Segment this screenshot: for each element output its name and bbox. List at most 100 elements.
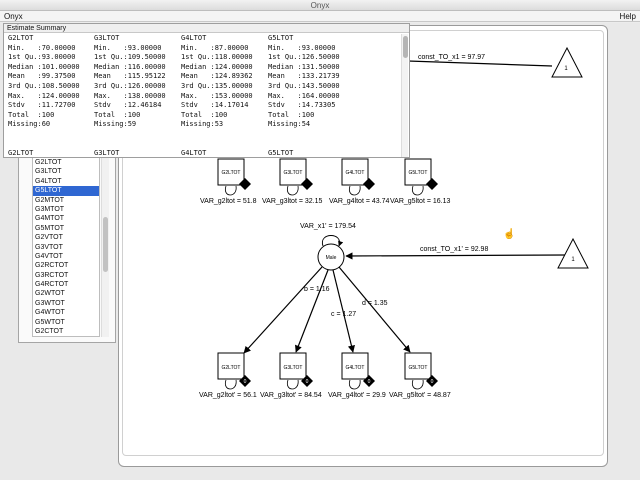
variable-list-item[interactable]: G4WTOT (33, 308, 99, 317)
estimate-summary-text[interactable]: G2LTOT Min. :70.00000 1st Qu.:93.00000 Medi… (6, 34, 401, 157)
obs-var-top-2: VAR_g3ltot = 32.15 (262, 198, 322, 205)
top-observed-row: G2LTOT G3LTOT G4LTOT G5LTOT VAR_g2ltot =… (200, 158, 450, 205)
variable-list-scrollbar[interactable] (101, 157, 109, 337)
variable-list-item[interactable]: G3RCTOT (33, 271, 99, 280)
loading-label-d: d = 1.35 (362, 300, 388, 307)
const2-label: const_TO_x1' = 92.98 (420, 246, 488, 253)
variable-list-item[interactable]: G2RCTOT (33, 261, 99, 270)
obs-label-top-1: G2LTOT (222, 170, 241, 176)
const2-path[interactable] (345, 252, 566, 260)
summary-stat-line: Median :101.00000 (8, 62, 80, 71)
var-loop-top-2[interactable] (286, 185, 299, 196)
top-const-path[interactable] (407, 60, 553, 67)
summary-column: G2LTOTMin. :72.000001st Qu.:83.00000 (8, 149, 75, 157)
obs-var-top-4: VAR_g5ltot = 16.13 (390, 198, 450, 205)
loading-arrow-2[interactable] (295, 269, 329, 353)
variable-list-item[interactable]: G5MTOT (33, 224, 99, 233)
obs-label-bottom-2: G3LTOT (284, 365, 303, 371)
latent-variance-label: VAR_x1' = 179.54 (300, 223, 356, 230)
var-loop-bottom-1[interactable] (224, 379, 237, 390)
badge-bottom-2-value: 0 (306, 379, 309, 385)
var-loop-top-3[interactable] (348, 185, 361, 196)
summary-stat-line: 1st Qu.:93.00000 (8, 53, 76, 62)
summary-stat-line: Total :100 (94, 110, 141, 119)
variable-list-item[interactable]: G3VTOT (33, 243, 99, 252)
summary-stat-line: 1st Qu.:126.50000 (268, 53, 340, 62)
variable-list-item[interactable]: G4MTOT (33, 214, 99, 223)
summary-stat-line: Mean :115.95122 (94, 72, 166, 81)
summary-column: G3LTOTMin. :70.000001st Qu.:100.00000 (94, 149, 166, 157)
summary-stat-line: Min. :87.00000 (181, 43, 249, 52)
variable-list-item[interactable]: G3WTOT (33, 299, 99, 308)
variable-list-item[interactable]: G3MTOT (33, 205, 99, 214)
summary-column: G4LTOTMin. :89.000001st Qu.:106.50000 (181, 149, 253, 157)
obs-label-bottom-3: G4LTOT (346, 365, 365, 371)
variable-list-item[interactable]: G2VTOT (33, 233, 99, 242)
badge-bottom-1-value: 0 (244, 379, 247, 385)
summary-stat-line: 3rd Qu.:126.00000 (94, 81, 166, 90)
variable-list-item[interactable]: G3CTOT (33, 336, 99, 337)
summary-scroll-thumb[interactable] (403, 36, 408, 58)
summary-stat-line: Mean :99.37500 (8, 72, 76, 81)
summary-stat-line: Max. :124.00000 (8, 91, 80, 100)
summary-stat-line: Median :124.00000 (181, 62, 253, 71)
var-loop-top-1[interactable] (224, 185, 237, 196)
summary-column: G5LTOTMin. :93.000001st Qu.:109.50000 (268, 149, 340, 157)
top-const-label: const_TO_x1 = 97.97 (418, 54, 485, 61)
summary-column: G2LTOT Min. :70.00000 1st Qu.:93.00000 Medi… (8, 34, 80, 130)
obs-var-bottom-3: VAR_g4ltot' = 29.9 (328, 392, 386, 399)
summary-stat-line: Min. :70.00000 (8, 43, 76, 52)
latent-male-label: Male (326, 255, 337, 261)
var-loop-top-4[interactable] (411, 185, 424, 196)
variable-list-scroll-thumb[interactable] (103, 217, 108, 272)
obs-label-top-3: G4LTOT (346, 170, 365, 176)
obs-var-bottom-1: VAR_g2ltot' = 56.1 (199, 392, 257, 399)
variable-list-item[interactable]: G5WTOT (33, 318, 99, 327)
loading-arrow-1[interactable] (243, 266, 323, 354)
variable-list-item[interactable]: G4VTOT (33, 252, 99, 261)
summary-stat-line: Stdv :11.72700 (8, 101, 76, 110)
obs-var-top-3: VAR_g4ltot = 43.74 (329, 198, 389, 205)
summary-block-2: G2LTOTMin. :72.000001st Qu.:83.00000 G3LT… (6, 149, 401, 157)
variable-list[interactable]: G2LTOT G3LTOT G4LTOT G5LTOT G2MTOT G3MTOT G4MT… (32, 157, 100, 337)
const2-triangle[interactable] (557, 237, 589, 269)
summary-column: G5LTOT Min. :93.00000 1st Qu.:126.50000 Med… (268, 34, 340, 130)
summary-column-header: G2LTOT (8, 34, 34, 42)
top-const-triangle[interactable] (551, 46, 583, 78)
variable-list-item[interactable]: G5LTOT (33, 186, 99, 196)
summary-scrollbar[interactable] (401, 34, 408, 157)
summary-stat-line: Stdv :14.73305 (268, 101, 336, 110)
summary-column-header: G5LTOT (268, 34, 294, 42)
summary-block-1: G2LTOT Min. :70.00000 1st Qu.:93.00000 Medi… (6, 34, 401, 149)
var-loop-bottom-4[interactable] (411, 379, 424, 390)
variable-list-item[interactable]: G4RCTOT (33, 280, 99, 289)
summary-stat-line: Mean :133.21739 (268, 72, 340, 81)
summary-stat-line: Missing:59 (94, 120, 137, 129)
summary-stat-line: Total :100 (268, 110, 315, 119)
variable-list-item[interactable]: G3LTOT (33, 167, 99, 176)
summary-column-header: G2LTOT (8, 149, 34, 157)
summary-column-header: G4LTOT (181, 149, 207, 157)
summary-stat-line: Max. :153.00000 (181, 91, 253, 100)
summary-stat-line: Max. :164.00000 (268, 91, 340, 100)
summary-column: G4LTOT Min. :87.00000 1st Qu.:118.00000 Med… (181, 34, 253, 130)
var-loop-bottom-2[interactable] (286, 379, 299, 390)
summary-column-header: G5LTOT (268, 149, 294, 157)
badge-bottom-4-value: 0 (431, 379, 434, 385)
summary-stat-line: Missing:53 (181, 120, 224, 129)
variable-list-item[interactable]: G2WTOT (33, 289, 99, 298)
badge-bottom-3-value: 0 (368, 379, 371, 385)
variable-list-item[interactable]: G2CTOT (33, 327, 99, 336)
variable-list-item[interactable]: G4LTOT (33, 177, 99, 186)
variable-list-item[interactable]: G2MTOT (33, 196, 99, 205)
summary-stat-line: 3rd Qu.:108.50000 (8, 81, 80, 90)
variable-list-item[interactable]: G2LTOT (33, 158, 99, 167)
summary-stat-line: 3rd Qu.:143.50000 (268, 81, 340, 90)
summary-column-header: G3LTOT (94, 149, 120, 157)
summary-stat-line: Missing:54 (268, 120, 311, 129)
estimate-summary-title: Estimate Summary (4, 24, 409, 33)
estimate-summary-panel: Estimate Summary G2LTOT Min. :70.00000 1st… (3, 23, 410, 158)
summary-stat-line: Median :116.00000 (94, 62, 166, 71)
summary-stat-line: Total :100 (181, 110, 228, 119)
var-loop-bottom-3[interactable] (348, 379, 361, 390)
